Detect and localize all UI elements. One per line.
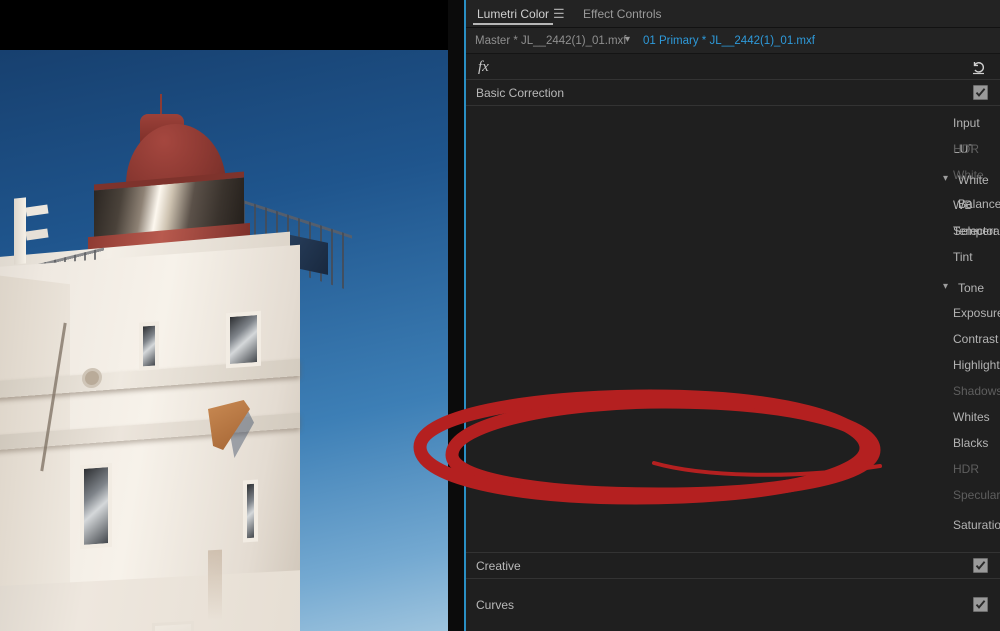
lumetri-color-panel[interactable]: Lumetri Color ☰ Effect Controls Master *… [464,0,1000,631]
group-title-white-balance: White Balance [958,168,1000,192]
chevron-down-icon[interactable]: ▾ [625,28,630,54]
highlights-label: Highlights [953,352,1000,378]
saturation-label: Saturation [953,512,1000,538]
tint-label: Tint [953,244,973,270]
basic-correction-enable-checkbox[interactable] [973,85,988,100]
row-saturation: Saturation 100,0 [466,512,1000,538]
row-tone-buttons: Reset . Auto . [466,482,1000,508]
section-header-curves[interactable]: Curves [466,592,1000,619]
tab-lumetri-color[interactable]: Lumetri Color [473,0,553,28]
whites-label: Whites [953,404,990,430]
group-tone[interactable]: ▾ Tone [466,276,1000,300]
hdr-white-label: HDR White [953,136,1000,162]
fx-bar: fx [466,54,1000,80]
section-header-basic-correction[interactable]: Basic Correction [466,80,1000,106]
panel-tab-bar[interactable]: Lumetri Color ☰ Effect Controls [466,0,1000,28]
group-white-balance[interactable]: ▾ White Balance [466,168,1000,192]
wb-selector-label: WB Selector [953,192,1000,218]
row-tint: Tint 0,0 [466,244,1000,270]
tab-effect-controls[interactable]: Effect Controls [579,0,665,28]
breadcrumb-master[interactable]: Master * JL__2442(1)_01.mxf [475,28,627,54]
reset-undo-icon[interactable] [970,58,987,76]
row-contrast: Contrast 0,0 [466,326,1000,352]
temperature-label: Temperature [953,218,1000,244]
section-title-basic-correction: Basic Correction [476,86,564,100]
curves-enable-checkbox[interactable] [973,597,988,612]
shadows-label: Shadows [953,378,1000,404]
row-shadows: Shadows 0,0 [466,378,1000,404]
fx-icon: fx [478,54,489,80]
row-temperature: Temperature 0,0 [466,218,1000,244]
window-lower-left [80,463,112,549]
tower-door [152,621,194,631]
breadcrumb-current[interactable]: 01 Primary * JL__2442(1)_01.mxf [643,28,815,54]
breadcrumb[interactable]: Master * JL__2442(1)_01.mxf ▾ 01 Primary… [466,28,1000,54]
contrast-label: Contrast [953,326,998,352]
blacks-label: Blacks [953,430,988,456]
section-header-creative[interactable]: Creative [466,552,1000,579]
exposure-label: Exposure [953,300,1000,326]
chevron-down-icon[interactable]: ▾ [943,276,948,300]
window-upper-left [139,321,159,370]
row-hdr-specular: HDR Specular 0,0 [466,456,1000,482]
antenna-mast [14,197,26,264]
group-title-tone: Tone [958,276,984,300]
section-title-creative: Creative [476,559,521,573]
row-hdr-white: HDR White 100 [466,136,1000,162]
program-monitor[interactable] [0,0,464,631]
row-highlights: Highlights 0,0 [466,352,1000,378]
row-whites: Whites 0,0 [466,404,1000,430]
creative-enable-checkbox[interactable] [973,558,988,573]
row-exposure: Exposure 0,0 [466,300,1000,326]
monitor-letterbox [448,0,464,631]
row-wb-selector: WB Selector [466,192,1000,218]
wall-stain [208,550,222,621]
input-lut-label: Input LUT [953,110,1000,136]
section-title-curves: Curves [476,598,514,612]
window-upper-right [226,311,261,368]
video-frame [0,50,448,631]
hdr-specular-label: HDR Specular [953,456,1000,482]
chevron-down-icon[interactable]: ▾ [943,168,948,192]
row-input-lut: Input LUT None ▾ [466,110,1000,136]
row-blacks: Blacks 0,0 [466,430,1000,456]
hamburger-menu-icon[interactable]: ☰ [553,0,565,28]
window-lower-right [243,479,258,542]
